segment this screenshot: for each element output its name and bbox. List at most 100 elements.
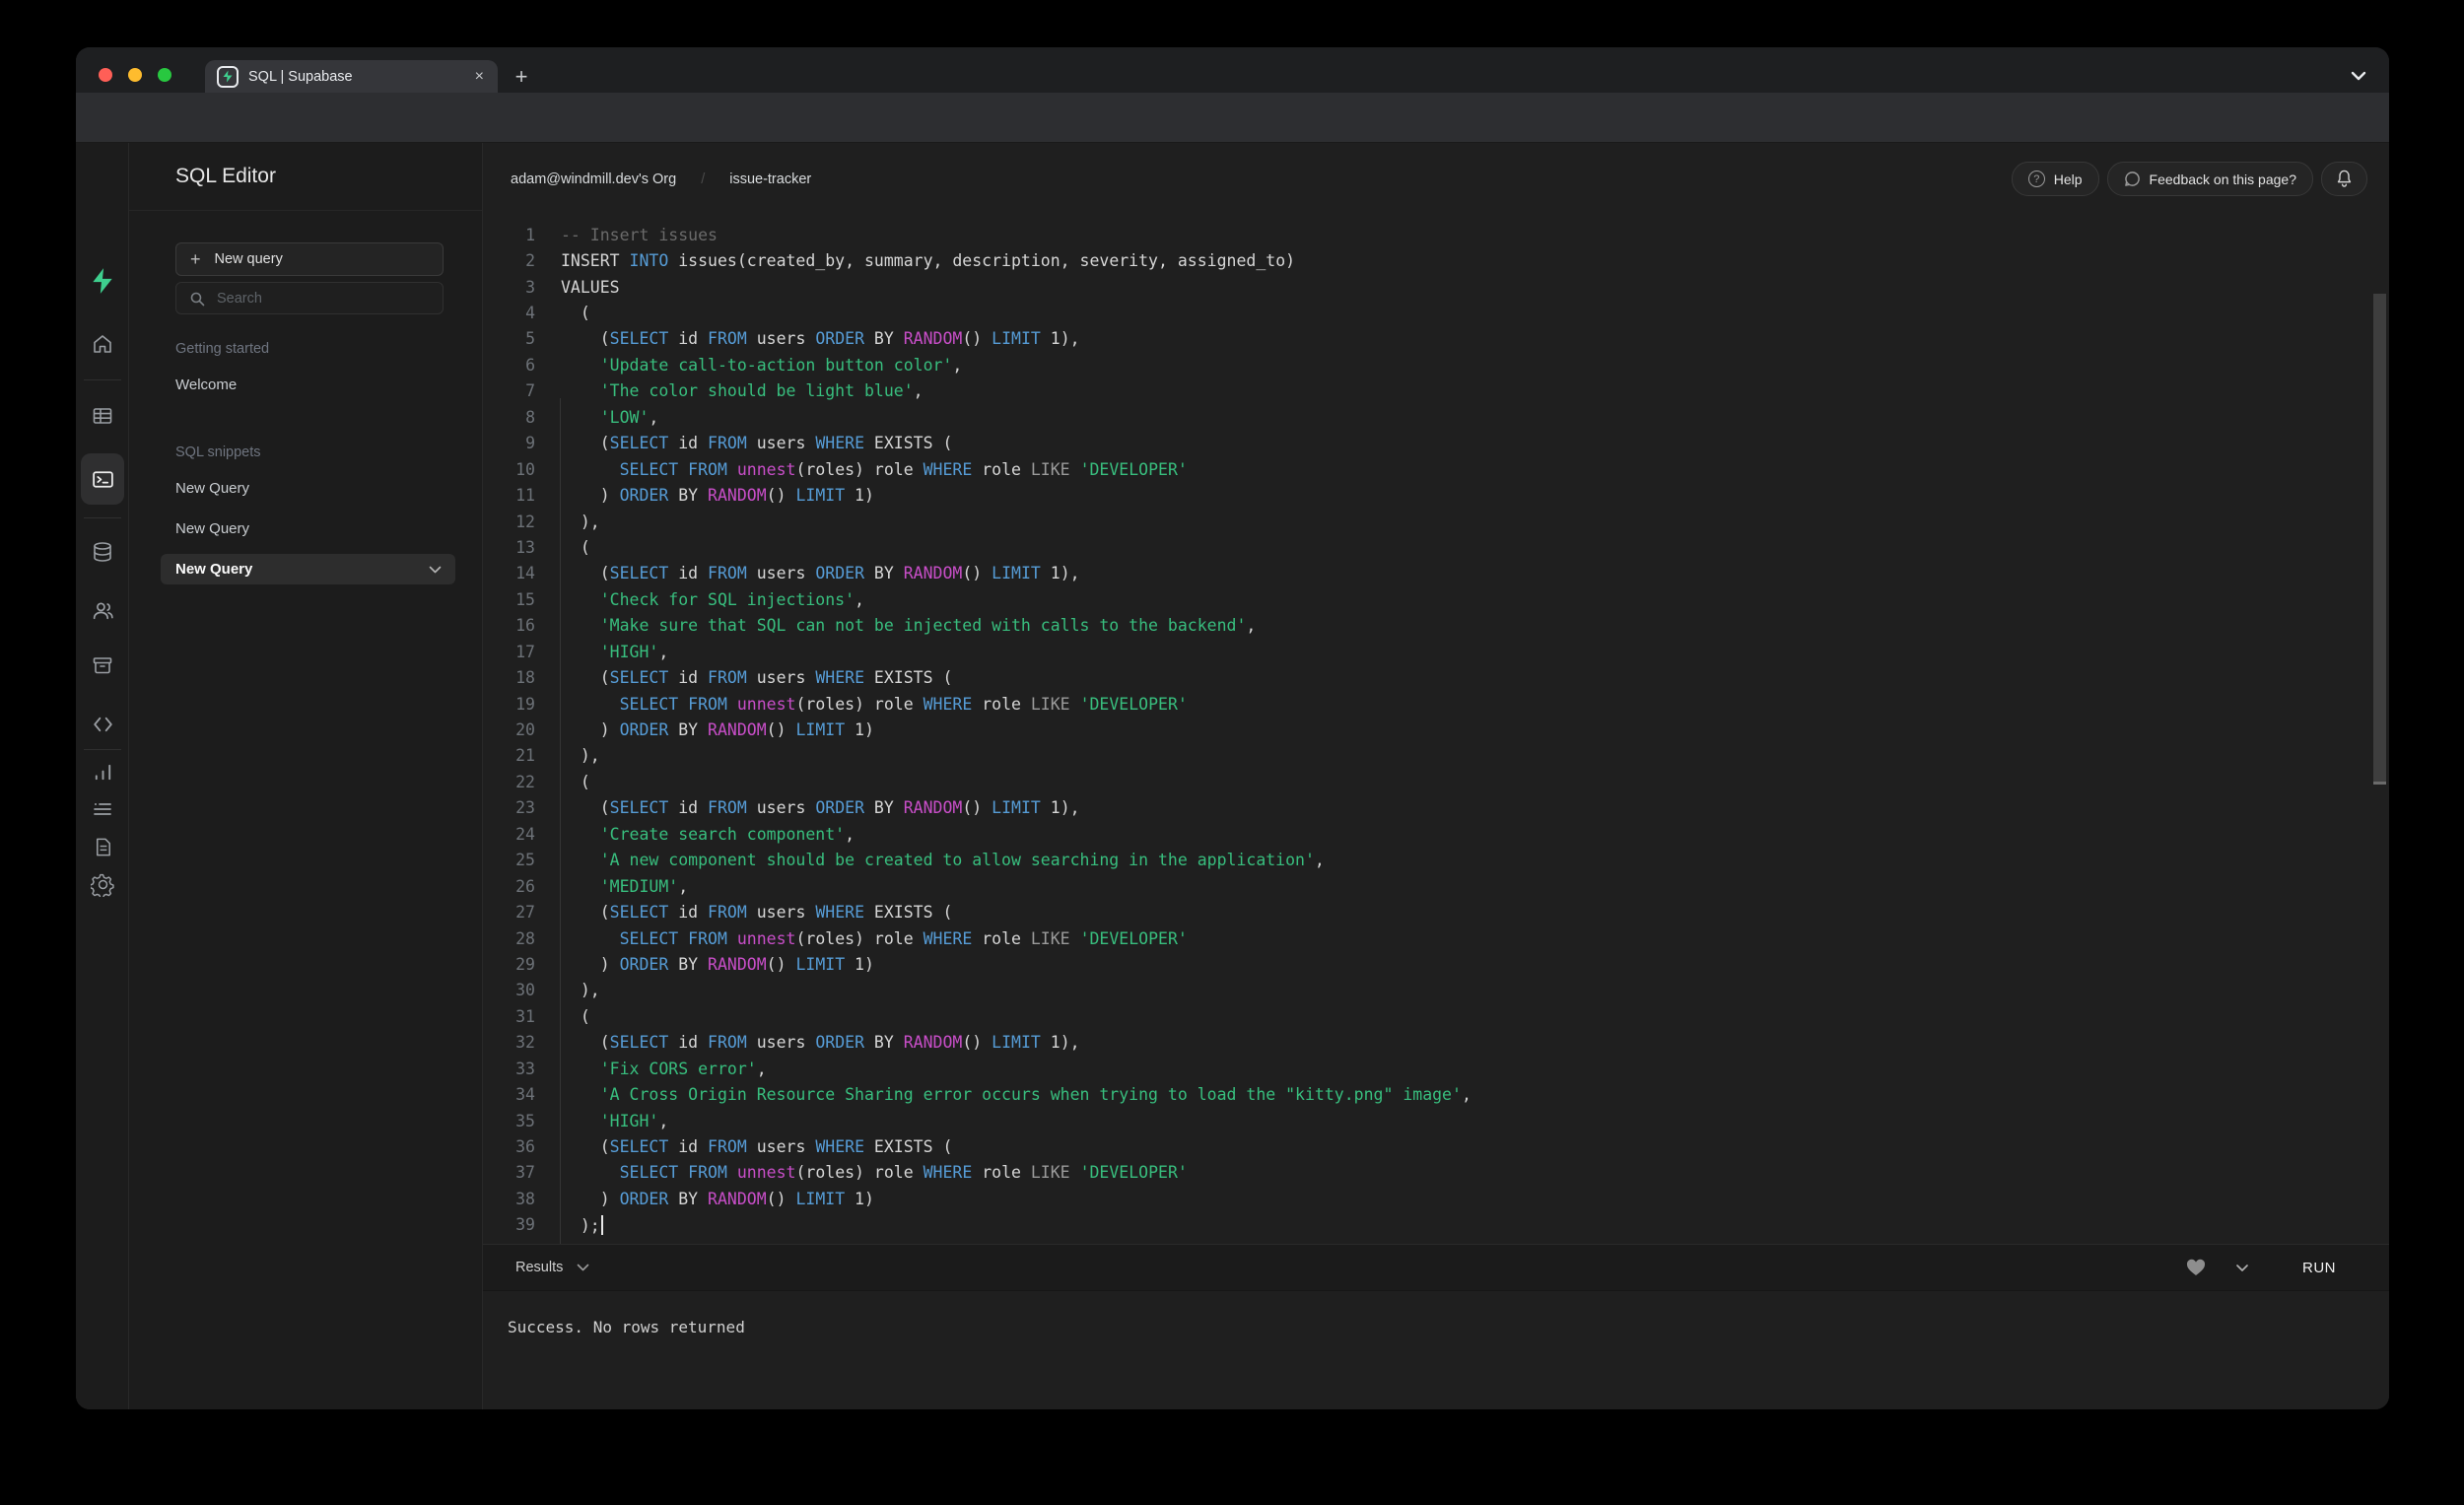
results-actions: RUN — [2186, 1259, 2336, 1276]
home-icon[interactable] — [76, 332, 129, 356]
code-line[interactable]: 26 'MEDIUM', — [483, 873, 2389, 899]
edge-functions-icon[interactable] — [76, 714, 129, 735]
run-options-chevron-icon[interactable] — [2235, 1264, 2249, 1272]
table-editor-icon[interactable] — [76, 404, 129, 428]
favorite-heart-icon[interactable] — [2186, 1259, 2206, 1276]
code-editor[interactable]: 1 -- Insert issues 2 INSERT INTO issues(cre… — [483, 215, 2389, 1244]
code-line[interactable]: 9 (SELECT id FROM users WHERE EXISTS ( — [483, 431, 2389, 456]
code-line[interactable]: 8 'LOW', — [483, 404, 2389, 430]
code-line[interactable]: 22 ( — [483, 769, 2389, 794]
code-line[interactable]: 30 ), — [483, 978, 2389, 1003]
code-line[interactable]: 18 (SELECT id FROM users WHERE EXISTS ( — [483, 664, 2389, 690]
code-line[interactable]: 20 ) ORDER BY RANDOM() LIMIT 1) — [483, 717, 2389, 742]
notifications-button[interactable] — [2321, 162, 2367, 196]
results-tab[interactable]: Results — [515, 1260, 589, 1275]
code-line[interactable]: 27 (SELECT id FROM users WHERE EXISTS ( — [483, 899, 2389, 924]
search-input[interactable] — [217, 290, 414, 307]
code-line[interactable]: 3 VALUES — [483, 274, 2389, 300]
code-line[interactable]: 17 'HIGH', — [483, 639, 2389, 664]
code-content: ( — [561, 772, 590, 791]
code-line[interactable]: 33 'Fix CORS error', — [483, 1056, 2389, 1081]
code-line[interactable]: 7 'The color should be light blue', — [483, 378, 2389, 404]
code-line[interactable]: 28 SELECT FROM unnest(roles) role WHERE … — [483, 925, 2389, 951]
code-line[interactable]: 23 (SELECT id FROM users ORDER BY RANDOM… — [483, 795, 2389, 821]
supabase-favicon-icon — [217, 65, 239, 88]
code-line[interactable]: 29 ) ORDER BY RANDOM() LIMIT 1) — [483, 951, 2389, 977]
code-line[interactable]: 39 ); — [483, 1212, 2389, 1238]
code-line[interactable]: 2 INSERT INTO issues(created_by, summary,… — [483, 247, 2389, 273]
search-box[interactable] — [175, 282, 444, 314]
code-line[interactable]: 10 SELECT FROM unnest(roles) role WHERE … — [483, 456, 2389, 482]
plus-icon: + — [190, 248, 201, 269]
auth-users-icon[interactable] — [76, 598, 129, 623]
results-tab-label: Results — [515, 1260, 564, 1275]
logs-icon[interactable] — [76, 797, 129, 821]
line-number: 18 — [515, 668, 535, 688]
snippet-item-label: New Query — [175, 520, 250, 537]
code-line[interactable]: 31 ( — [483, 1003, 2389, 1029]
code-line[interactable]: 35 'HIGH', — [483, 1108, 2389, 1133]
code-line[interactable]: 4 ( — [483, 300, 2389, 325]
supabase-logo-icon[interactable] — [76, 267, 129, 295]
code-line[interactable]: 16 'Make sure that SQL can not be inject… — [483, 613, 2389, 639]
code-line[interactable]: 36 (SELECT id FROM users WHERE EXISTS ( — [483, 1133, 2389, 1159]
docs-icon[interactable] — [76, 836, 129, 858]
code-line[interactable]: 21 ), — [483, 743, 2389, 769]
line-number: 11 — [515, 486, 535, 506]
code-line[interactable]: 6 'Update call-to-action button color', — [483, 352, 2389, 377]
line-number: 32 — [515, 1033, 535, 1053]
code-line[interactable]: 13 ( — [483, 534, 2389, 560]
code-content: 'A new component should be created to al… — [599, 851, 1325, 870]
snippet-item[interactable]: New Query — [161, 473, 455, 504]
code-line[interactable]: 12 ), — [483, 509, 2389, 534]
tab-close-icon[interactable]: × — [475, 68, 484, 86]
line-number: 19 — [515, 694, 535, 714]
code-line[interactable]: 25 'A new component should be created to… — [483, 848, 2389, 873]
panel-title: SQL Editor — [175, 165, 276, 187]
breadcrumb-org[interactable]: adam@windmill.dev's Org — [511, 171, 676, 187]
editor-scrollbar[interactable] — [2373, 294, 2386, 785]
line-number: 23 — [515, 798, 535, 818]
code-line[interactable]: 19 SELECT FROM unnest(roles) role WHERE … — [483, 691, 2389, 717]
storage-icon[interactable] — [76, 653, 129, 677]
line-number: 15 — [515, 589, 535, 609]
database-icon[interactable] — [76, 540, 129, 564]
window-minimize-button[interactable] — [128, 68, 142, 82]
browser-tab[interactable]: SQL | Supabase × — [205, 60, 498, 93]
code-line[interactable]: 15 'Check for SQL injections', — [483, 586, 2389, 612]
new-query-button[interactable]: + New query — [175, 242, 444, 276]
code-line[interactable]: 24 'Create search component', — [483, 821, 2389, 847]
code-content: VALUES — [561, 277, 620, 297]
new-tab-button[interactable]: + — [508, 63, 535, 91]
sql-editor-icon[interactable] — [76, 467, 129, 492]
feedback-button[interactable]: Feedback on this page? — [2106, 162, 2313, 196]
line-number: 37 — [515, 1163, 535, 1183]
code-content: 'HIGH', — [599, 642, 669, 661]
code-line[interactable]: 37 SELECT FROM unnest(roles) role WHERE … — [483, 1160, 2389, 1186]
snippet-item[interactable]: Welcome — [161, 370, 455, 400]
breadcrumb-project[interactable]: issue-tracker — [729, 171, 811, 187]
run-button[interactable]: RUN — [2302, 1260, 2336, 1276]
window-close-button[interactable] — [99, 68, 112, 82]
code-line[interactable]: 38 ) ORDER BY RANDOM() LIMIT 1) — [483, 1186, 2389, 1211]
rail-divider — [84, 379, 121, 380]
snippet-item[interactable]: New Query — [161, 554, 455, 584]
help-button[interactable]: ? Help — [2011, 162, 2099, 196]
tab-strip: SQL | Supabase × + — [76, 47, 2389, 93]
tab-search-chevron-icon[interactable] — [2351, 71, 2366, 81]
code-line[interactable]: 11 ) ORDER BY RANDOM() LIMIT 1) — [483, 482, 2389, 508]
code-line[interactable]: 34 'A Cross Origin Resource Sharing erro… — [483, 1081, 2389, 1107]
settings-gear-icon[interactable] — [76, 872, 129, 897]
code-line[interactable]: 14 (SELECT id FROM users ORDER BY RANDOM… — [483, 561, 2389, 586]
code-content: SELECT FROM unnest(roles) role WHERE rol… — [619, 694, 1188, 714]
line-number: 13 — [515, 537, 535, 557]
snippet-item[interactable]: New Query — [161, 513, 455, 544]
code-content: ) ORDER BY RANDOM() LIMIT 1) — [561, 954, 874, 974]
window-maximize-button[interactable] — [158, 68, 171, 82]
line-number: 39 — [515, 1215, 535, 1235]
reports-icon[interactable] — [76, 761, 129, 784]
code-line[interactable]: 1 -- Insert issues — [483, 222, 2389, 247]
code-content: 'A Cross Origin Resource Sharing error o… — [599, 1085, 1472, 1105]
code-line[interactable]: 32 (SELECT id FROM users ORDER BY RANDOM… — [483, 1030, 2389, 1056]
code-line[interactable]: 5 (SELECT id FROM users ORDER BY RANDOM(… — [483, 326, 2389, 352]
